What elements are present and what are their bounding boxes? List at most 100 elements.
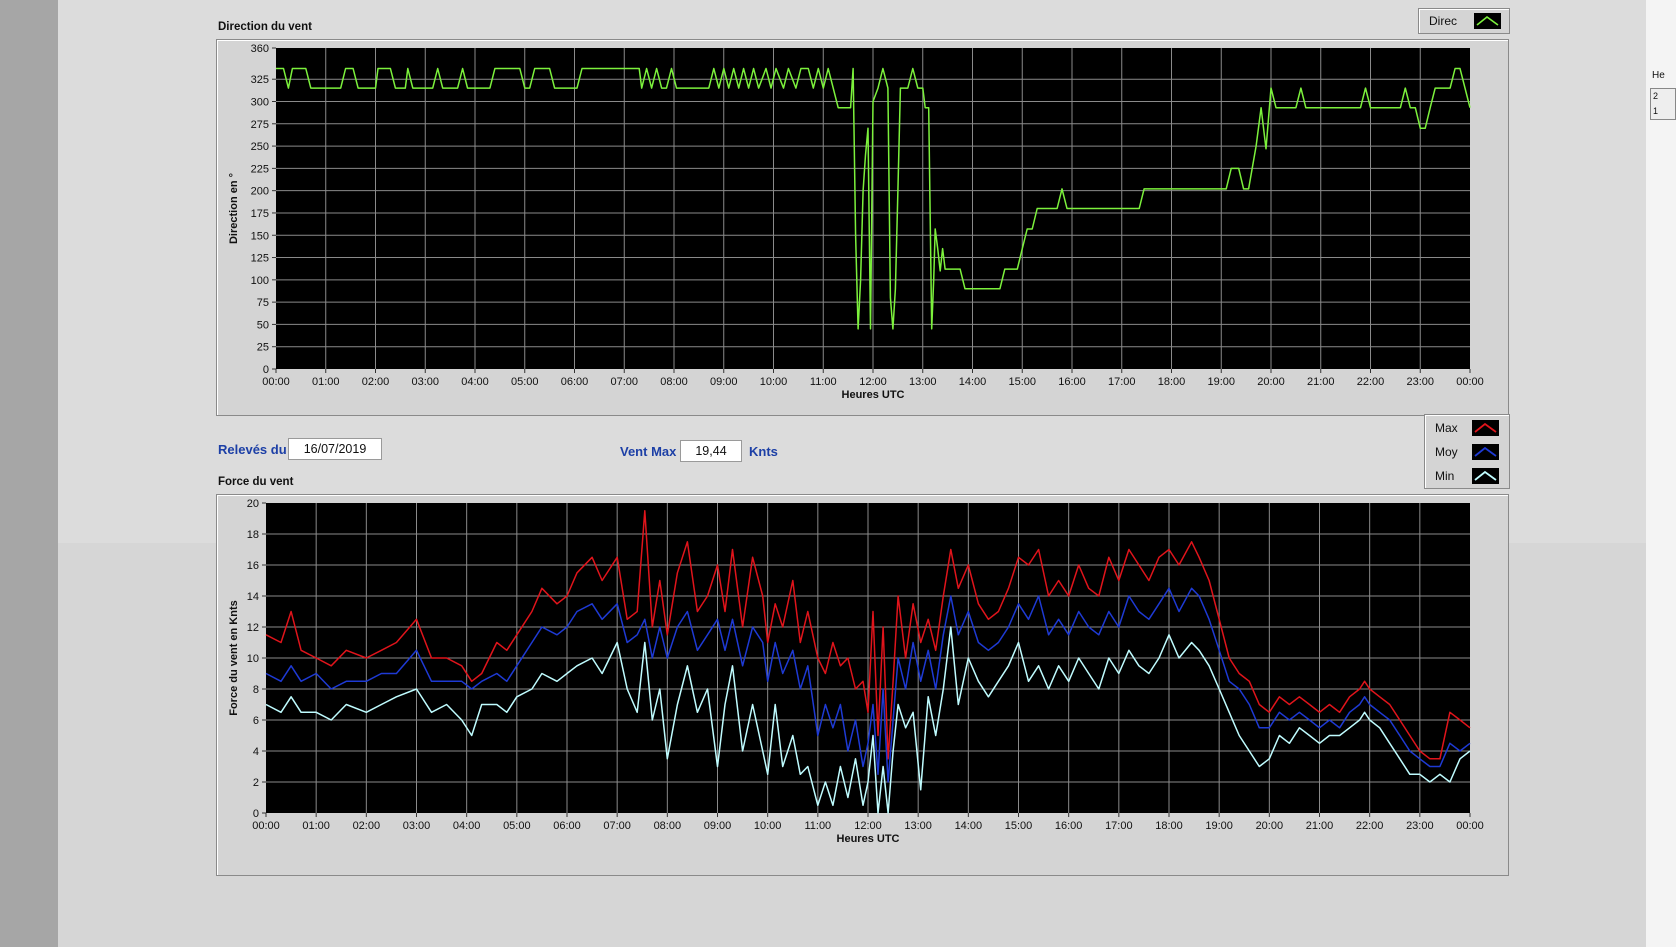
x-tick-label: 19:00 [1207, 376, 1235, 388]
right-edge-box: 2 1 [1650, 88, 1676, 120]
x-tick-label: 21:00 [1307, 376, 1335, 388]
releves-label: Relevés du [218, 442, 287, 457]
x-tick-label: 23:00 [1406, 376, 1434, 388]
legend-swatch-direc [1474, 13, 1501, 29]
x-tick-label: 12:00 [859, 376, 887, 388]
y-tick-label: 20 [247, 498, 259, 510]
x-tick-label: 03:00 [411, 376, 439, 388]
legend-entry-min: Min [1425, 466, 1509, 486]
direction-legend: Direc [1418, 8, 1510, 34]
x-tick-label: 23:00 [1406, 820, 1434, 832]
x-tick-label: 09:00 [704, 820, 732, 832]
legend-label-max: Max [1435, 421, 1458, 435]
direction-chart-title: Direction du vent [218, 21, 312, 33]
y-tick-label: 75 [257, 297, 269, 309]
x-tick-label: 01:00 [302, 820, 330, 832]
direction-chart-frame: 00:00 01:00 02:00 03:00 04:00 05:00 06:00 07:00… [216, 39, 1509, 416]
legend-label-min: Min [1435, 469, 1455, 483]
y-tick-label: 0 [263, 364, 269, 376]
x-tick-label: 13:00 [904, 820, 932, 832]
legend-line-max [1474, 422, 1497, 433]
x-tick-label: 02:00 [353, 820, 381, 832]
y-tick-label: 360 [251, 43, 269, 55]
x-tick-label: 09:00 [710, 376, 738, 388]
direction-chart: 00:00 01:00 02:00 03:00 04:00 05:00 06:00 07:00… [228, 43, 1484, 401]
x-tick-label: 06:00 [553, 820, 581, 832]
right-edge-label: He [1652, 70, 1665, 81]
y-tick-label: 25 [257, 342, 269, 354]
y-tick-label: 225 [251, 163, 269, 175]
x-tick-label: 16:00 [1058, 376, 1086, 388]
x-tick-label: 22:00 [1357, 376, 1385, 388]
x-tick-label: 15:00 [1008, 376, 1036, 388]
y-tick-label: 16 [247, 560, 259, 572]
x-tick-label: 05:00 [511, 376, 539, 388]
y-tick-label: 200 [251, 186, 269, 198]
x-tick-label: 00:00 [262, 376, 290, 388]
y-tick-label: 0 [253, 808, 259, 820]
legend-swatch-min [1472, 468, 1499, 484]
x-tick-label: 00:00 [1456, 820, 1484, 832]
x-axis-label: Heures UTC [842, 389, 905, 401]
y-tick-label: 175 [251, 208, 269, 220]
x-tick-label: 20:00 [1256, 820, 1284, 832]
force-chart-title: Force du vent [218, 476, 294, 488]
vent-max-label: Vent Max [620, 444, 677, 459]
legend-line-moy [1474, 446, 1497, 457]
force-chart: 00:00 01:00 02:00 03:00 04:00 05:00 06:00 07:00… [228, 498, 1484, 845]
legend-label-direc: Direc [1429, 14, 1458, 28]
x-tick-label: 11:00 [804, 820, 831, 832]
x-tick-label: 19:00 [1205, 820, 1233, 832]
y-tick-label: 10 [247, 653, 259, 665]
x-tick-label: 17:00 [1105, 820, 1133, 832]
x-tick-label: 20:00 [1257, 376, 1285, 388]
legend-swatch-moy [1472, 444, 1499, 460]
right-edge-panel: He 2 1 [1646, 0, 1676, 947]
x-tick-label: 07:00 [603, 820, 631, 832]
legend-swatch-max [1472, 420, 1499, 436]
x-tick-label: 14:00 [959, 376, 987, 388]
y-tick-label: 100 [251, 275, 269, 287]
y-tick-label: 325 [251, 74, 269, 86]
legend-entry-max: Max [1425, 418, 1509, 438]
x-tick-label: 04:00 [461, 376, 489, 388]
vent-max-field[interactable]: 19,44 [680, 440, 742, 462]
x-axis-label: Heures UTC [837, 833, 900, 845]
x-tick-label: 15:00 [1005, 820, 1033, 832]
legend-entry-direc: Direc [1419, 11, 1509, 31]
y-tick-label: 125 [251, 253, 269, 265]
legend-entry-moy: Moy [1425, 442, 1509, 462]
x-tick-label: 12:00 [854, 820, 882, 832]
x-tick-label: 00:00 [1456, 376, 1484, 388]
x-tick-label: 13:00 [909, 376, 937, 388]
x-tick-label: 10:00 [754, 820, 782, 832]
releves-date-field[interactable]: 16/07/2019 [288, 438, 382, 460]
x-tick-label: 21:00 [1306, 820, 1334, 832]
y-tick-label: 4 [253, 746, 259, 758]
y-tick-label: 8 [253, 684, 259, 696]
y-tick-label: 6 [253, 715, 259, 727]
x-tick-label: 16:00 [1055, 820, 1083, 832]
force-legend: Max Moy Min [1424, 414, 1510, 489]
legend-line-min [1474, 470, 1497, 481]
force-chart-frame: 00:00 01:00 02:00 03:00 04:00 05:00 06:00 07:00… [216, 494, 1509, 876]
x-tick-label: 00:00 [252, 820, 280, 832]
y-tick-label: 300 [251, 97, 269, 109]
x-tick-label: 05:00 [503, 820, 531, 832]
y-tick-label: 12 [247, 622, 259, 634]
x-tick-label: 01:00 [312, 376, 340, 388]
legend-line-direc [1476, 15, 1499, 26]
x-tick-label: 02:00 [362, 376, 390, 388]
x-tick-label: 08:00 [654, 820, 682, 832]
x-tick-label: 10:00 [760, 376, 788, 388]
x-tick-label: 18:00 [1158, 376, 1186, 388]
y-tick-label: 50 [257, 319, 269, 331]
x-tick-label: 08:00 [660, 376, 688, 388]
y-axis-label: Force du vent en Knts [228, 600, 240, 716]
y-tick-label: 150 [251, 230, 269, 242]
x-tick-label: 04:00 [453, 820, 481, 832]
x-tick-label: 03:00 [403, 820, 431, 832]
vent-max-unit: Knts [749, 444, 778, 459]
x-tick-label: 18:00 [1155, 820, 1183, 832]
x-tick-label: 14:00 [955, 820, 983, 832]
